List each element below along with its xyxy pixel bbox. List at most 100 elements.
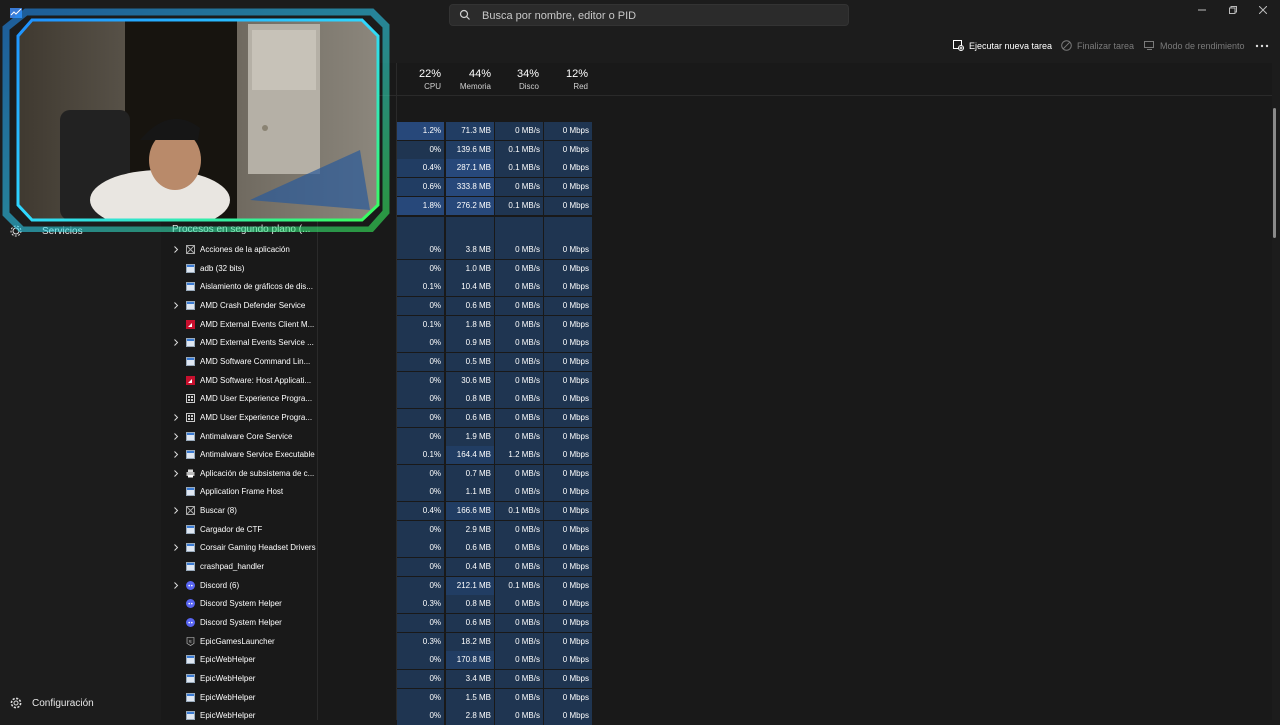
run-new-task-button[interactable]: Ejecutar nueva tarea [953, 40, 1052, 51]
memory-cell: 287.1 MB [446, 159, 494, 178]
chevron-right-icon[interactable] [172, 506, 180, 515]
network-cell: 0 Mbps [544, 408, 592, 427]
process-row[interactable]: crashpad_handler 0% 0.4 MB 0 MB/s 0 Mbps [161, 558, 751, 577]
process-row[interactable]: Discord (6) 0% 212.1 MB 0.1 MB/s 0 Mbps [161, 576, 751, 595]
memory-cell: 0.6 MB [446, 408, 494, 427]
chevron-right-icon[interactable] [172, 432, 180, 441]
network-cell: 0 Mbps [544, 334, 592, 353]
memory-cell: 18.2 MB [446, 632, 494, 651]
process-row[interactable]: Corsair Gaming Headset Drivers 0% 0.6 MB 0 … [161, 539, 751, 558]
grid-app-icon [186, 394, 195, 404]
memory-cell: 3.8 MB [446, 241, 494, 259]
process-name: Application Frame Host [200, 487, 284, 497]
process-row[interactable]: AMD Software: Host Applicati... 0% 30.6 MB… [161, 371, 751, 390]
efficiency-mode-button[interactable]: Modo de rendimiento [1144, 40, 1245, 51]
cpu-cell: 0% [397, 241, 444, 259]
chevron-right-icon[interactable] [172, 450, 180, 459]
cpu-cell: 0% [397, 688, 444, 707]
chevron-right-icon[interactable] [172, 581, 180, 590]
process-row[interactable]: EpicWebHelper 0% 1.5 MB 0 MB/s 0 Mbps [161, 688, 751, 707]
window-app-icon [186, 673, 195, 683]
process-row[interactable]: Antimalware Core Service 0% 1.9 MB 0 MB/s 0 … [161, 427, 751, 446]
cpu-cell: 0.1% [397, 278, 444, 297]
network-cell: 0 Mbps [544, 241, 592, 259]
process-row[interactable]: AMD External Events Service ... 0% 0.9 MB 0… [161, 334, 751, 353]
process-row[interactable]: Discord System Helper 0% 0.6 MB 0 MB/s 0 Mbp… [161, 614, 751, 632]
search-box[interactable] [449, 4, 849, 27]
process-name: EpicWebHelper [200, 673, 256, 683]
restore-button[interactable] [1218, 0, 1248, 20]
scrollbar[interactable] [1273, 108, 1276, 238]
network-cell: 0 Mbps [544, 371, 592, 390]
epic-icon: E [186, 636, 195, 646]
search-input[interactable] [480, 5, 844, 27]
disk-cell: 0 MB/s [495, 483, 543, 502]
close-button[interactable] [1248, 0, 1278, 20]
disk-cell: 0 MB/s [495, 632, 543, 651]
process-row[interactable]: Cargador de CTF 0% 2.9 MB 0 MB/s 0 Mbps [161, 520, 751, 539]
process-row[interactable]: Acciones de la aplicación 0% 3.8 MB 0 MB/s 0… [161, 241, 751, 259]
process-row[interactable]: AMD User Experience Progra... 0% 0.6 MB 0 M… [161, 408, 751, 427]
process-row[interactable]: Buscar (8) 0.4% 166.6 MB 0.1 MB/s 0 Mbps [161, 502, 751, 521]
network-cell: 0 Mbps [544, 122, 592, 140]
column-header-disk[interactable]: 34% Disco [490, 68, 539, 93]
disk-cell: 0 MB/s [495, 241, 543, 259]
chevron-right-icon[interactable] [172, 245, 180, 254]
more-options-icon[interactable] [1254, 38, 1270, 54]
window-app-icon [186, 562, 195, 572]
chevron-right-icon[interactable] [172, 338, 180, 347]
process-row[interactable]: Aislamiento de gráficos de dis... 0.1% 10.… [161, 278, 751, 297]
process-row[interactable]: AMD User Experience Progra... 0% 0.8 MB 0 M… [161, 390, 751, 409]
sidebar-item-settings[interactable]: Configuración [10, 697, 94, 709]
cpu-cell: 1.8% [397, 196, 444, 215]
process-row[interactable]: Aplicación de subsistema de c... 0% 0.7 MB… [161, 464, 751, 483]
window-app-icon [186, 711, 195, 721]
column-header-network[interactable]: 12% Red [539, 68, 588, 93]
process-name: EpicWebHelper [200, 692, 256, 702]
disk-cell: 1.2 MB/s [495, 446, 543, 465]
disk-cell: 0 MB/s [495, 669, 543, 688]
disk-cell: 0 MB/s [495, 352, 543, 371]
memory-cell: 2.8 MB [446, 707, 494, 725]
disk-cell: 0.1 MB/s [495, 140, 543, 159]
process-row[interactable]: AMD Software Command Lin... 0% 0.5 MB 0 MB/… [161, 352, 751, 371]
process-row[interactable]: EpicWebHelper 0% 170.8 MB 0 MB/s 0 Mbps [161, 651, 751, 670]
memory-cell: 1.0 MB [446, 259, 494, 278]
chevron-right-icon[interactable] [172, 469, 180, 478]
disk-cell: 0 MB/s [495, 651, 543, 670]
generic-app-icon [186, 245, 195, 254]
process-name: Cargador de CTF [200, 524, 263, 534]
process-name: Buscar (8) [200, 506, 237, 516]
process-row[interactable]: EpicWebHelper 0% 2.8 MB 0 MB/s 0 Mbps [161, 707, 751, 725]
process-row[interactable]: E EpicGamesLauncher 0.3% 18.2 MB 0 MB/s 0 Mbp… [161, 632, 751, 651]
process-row[interactable]: Discord System Helper 0.3% 0.8 MB 0 MB/s 0 M… [161, 595, 751, 614]
end-task-button[interactable]: Finalizar tarea [1061, 40, 1134, 51]
disk-cell: 0 MB/s [495, 539, 543, 558]
cpu-cell: 0% [397, 707, 444, 725]
chevron-right-icon[interactable] [172, 543, 180, 552]
memory-cell: 0.5 MB [446, 352, 494, 371]
process-row[interactable]: Application Frame Host 0% 1.1 MB 0 MB/s 0 Mb… [161, 483, 751, 502]
memory-cell: 166.6 MB [446, 502, 494, 521]
column-header-cpu[interactable]: 22% CPU [392, 68, 441, 93]
cpu-cell: 0% [397, 520, 444, 539]
process-name: Discord System Helper [200, 618, 282, 627]
disk-cell: 0 MB/s [495, 371, 543, 390]
window-app-icon [186, 282, 195, 292]
window-app-icon [186, 655, 195, 665]
memory-cell: 10.4 MB [446, 278, 494, 297]
network-cell: 0 Mbps [544, 651, 592, 670]
chevron-right-icon[interactable] [172, 413, 180, 422]
minimize-button[interactable] [1187, 0, 1217, 20]
process-row[interactable]: AMD External Events Client M... 0.1% 1.8 M… [161, 315, 751, 334]
chevron-right-icon[interactable] [172, 301, 180, 310]
network-label: Red [573, 82, 588, 91]
column-header-memory[interactable]: 44% Memoria [442, 68, 491, 93]
efficiency-mode-icon [1144, 41, 1154, 50]
search-icon [459, 9, 470, 20]
process-row[interactable]: adb (32 bits) 0% 1.0 MB 0 MB/s 0 Mbps [161, 259, 751, 278]
process-row[interactable]: AMD Crash Defender Service 0% 0.6 MB 0 MB/s… [161, 296, 751, 315]
process-row[interactable]: Antimalware Service Executable 0.1% 164.4 … [161, 446, 751, 465]
process-row[interactable]: EpicWebHelper 0% 3.4 MB 0 MB/s 0 Mbps [161, 669, 751, 688]
process-name: AMD User Experience Progra... [200, 394, 313, 404]
